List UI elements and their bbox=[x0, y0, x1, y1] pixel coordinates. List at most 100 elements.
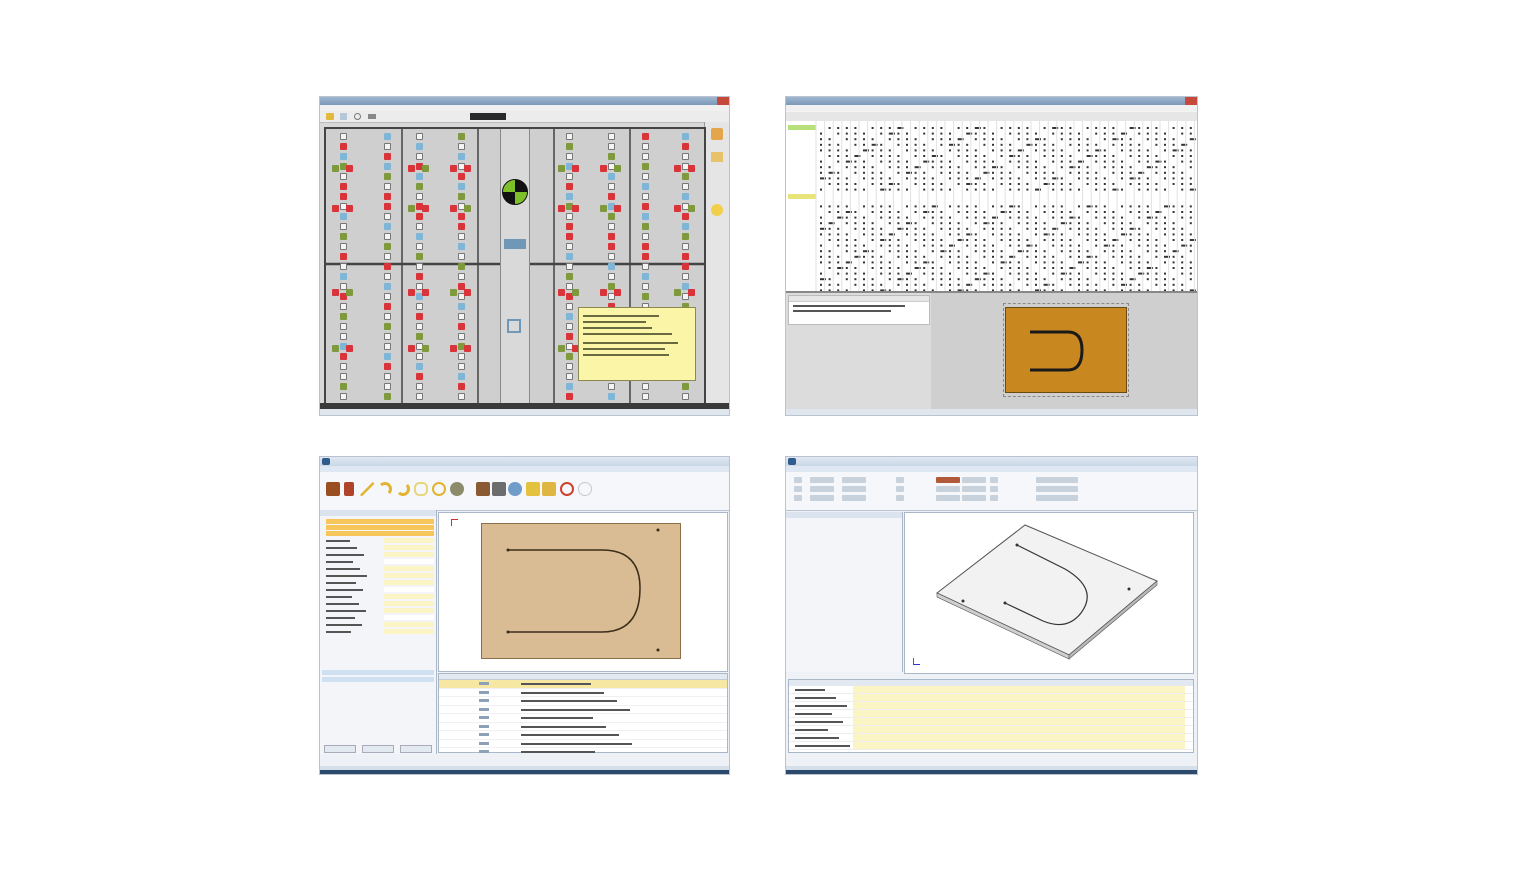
suction-cup[interactable] bbox=[558, 345, 565, 352]
suction-cup[interactable] bbox=[384, 383, 391, 390]
suction-cup[interactable] bbox=[464, 165, 471, 172]
suction-cup[interactable] bbox=[384, 323, 391, 330]
property-value[interactable] bbox=[384, 545, 434, 550]
suction-cup[interactable] bbox=[608, 133, 615, 140]
operation-row[interactable] bbox=[439, 748, 727, 757]
suction-cup[interactable] bbox=[642, 153, 649, 160]
property-row[interactable] bbox=[326, 519, 434, 524]
suction-cup[interactable] bbox=[416, 133, 423, 140]
suction-cup[interactable] bbox=[642, 393, 649, 400]
ribbon-button[interactable] bbox=[794, 477, 802, 483]
suction-cup[interactable] bbox=[416, 193, 423, 200]
suction-cup[interactable] bbox=[458, 313, 465, 320]
suction-cup[interactable] bbox=[416, 373, 423, 380]
property-row[interactable] bbox=[326, 573, 434, 578]
suction-cup[interactable] bbox=[384, 303, 391, 310]
suction-cup[interactable] bbox=[674, 289, 681, 296]
parameter-row[interactable] bbox=[789, 702, 1193, 710]
property-row[interactable] bbox=[326, 629, 434, 634]
suction-cup[interactable] bbox=[608, 233, 615, 240]
suction-cup[interactable] bbox=[384, 213, 391, 220]
suction-cup[interactable] bbox=[608, 173, 615, 180]
property-value[interactable] bbox=[384, 573, 434, 578]
close-icon[interactable] bbox=[717, 97, 729, 105]
suction-cup[interactable] bbox=[566, 183, 573, 190]
suction-cup[interactable] bbox=[450, 165, 457, 172]
property-value[interactable] bbox=[384, 594, 434, 599]
property-row[interactable] bbox=[326, 601, 434, 606]
suction-cup[interactable] bbox=[346, 165, 353, 172]
ribbon-button[interactable] bbox=[810, 495, 834, 501]
suction-cup[interactable] bbox=[340, 373, 347, 380]
suction-cup[interactable] bbox=[458, 373, 465, 380]
suction-cup[interactable] bbox=[566, 383, 573, 390]
suction-cup[interactable] bbox=[608, 223, 615, 230]
parameter-row[interactable] bbox=[789, 734, 1193, 742]
operation-row[interactable] bbox=[439, 689, 727, 697]
suction-cup[interactable] bbox=[422, 289, 429, 296]
suction-cup[interactable] bbox=[642, 223, 649, 230]
suction-cup[interactable] bbox=[340, 173, 347, 180]
suction-cup[interactable] bbox=[464, 205, 471, 212]
suction-cup[interactable] bbox=[566, 313, 573, 320]
suction-cup[interactable] bbox=[682, 233, 689, 240]
suction-cup[interactable] bbox=[384, 163, 391, 170]
suction-cup[interactable] bbox=[422, 165, 429, 172]
suction-cup[interactable] bbox=[340, 333, 347, 340]
operation-row[interactable] bbox=[439, 731, 727, 740]
suction-cup[interactable] bbox=[688, 205, 695, 212]
suction-cup[interactable] bbox=[458, 363, 465, 370]
suction-cup[interactable] bbox=[642, 383, 649, 390]
parameter-value[interactable] bbox=[853, 710, 1185, 717]
property-row[interactable] bbox=[326, 545, 434, 550]
suction-cup[interactable] bbox=[642, 283, 649, 290]
panel-icon[interactable] bbox=[326, 482, 340, 496]
ribbon-button[interactable] bbox=[810, 486, 834, 492]
parameter-row[interactable] bbox=[789, 742, 1193, 750]
suction-cup[interactable] bbox=[600, 289, 607, 296]
suction-cup[interactable] bbox=[340, 393, 347, 400]
suction-cup[interactable] bbox=[566, 193, 573, 200]
suction-cup[interactable] bbox=[340, 133, 347, 140]
viewport-3d[interactable] bbox=[904, 512, 1194, 674]
line-icon[interactable] bbox=[360, 482, 374, 496]
suction-cup[interactable] bbox=[408, 165, 415, 172]
spline-icon[interactable] bbox=[414, 482, 428, 496]
suction-cup[interactable] bbox=[558, 289, 565, 296]
property-value[interactable] bbox=[384, 559, 434, 564]
suction-cup[interactable] bbox=[464, 289, 471, 296]
suction-cup[interactable] bbox=[340, 183, 347, 190]
suction-cup[interactable] bbox=[416, 303, 423, 310]
suction-cup[interactable] bbox=[332, 345, 339, 352]
clock-icon[interactable] bbox=[560, 482, 574, 496]
suction-cup[interactable] bbox=[340, 253, 347, 260]
suction-cup[interactable] bbox=[464, 345, 471, 352]
suction-cup[interactable] bbox=[408, 289, 415, 296]
suction-cup[interactable] bbox=[416, 313, 423, 320]
suction-cup[interactable] bbox=[458, 253, 465, 260]
suction-cup[interactable] bbox=[458, 183, 465, 190]
suction-cup[interactable] bbox=[458, 383, 465, 390]
suction-cup[interactable] bbox=[458, 243, 465, 250]
suction-cup[interactable] bbox=[642, 143, 649, 150]
ribbon-button[interactable] bbox=[842, 486, 866, 492]
suction-cup[interactable] bbox=[458, 353, 465, 360]
suction-cup[interactable] bbox=[682, 383, 689, 390]
suction-cup[interactable] bbox=[682, 153, 689, 160]
property-row[interactable] bbox=[326, 566, 434, 571]
suction-cup[interactable] bbox=[682, 223, 689, 230]
suction-cup[interactable] bbox=[566, 273, 573, 280]
property-value[interactable] bbox=[384, 601, 434, 606]
suction-cup[interactable] bbox=[384, 133, 391, 140]
suction-cup[interactable] bbox=[566, 143, 573, 150]
suction-cup[interactable] bbox=[608, 213, 615, 220]
drawing-canvas[interactable] bbox=[438, 512, 728, 672]
suction-cup[interactable] bbox=[416, 363, 423, 370]
hand-icon[interactable] bbox=[526, 482, 540, 496]
suction-cup[interactable] bbox=[458, 193, 465, 200]
suction-cup[interactable] bbox=[416, 143, 423, 150]
panel-shape[interactable] bbox=[481, 523, 681, 659]
suction-cup[interactable] bbox=[340, 233, 347, 240]
suction-cup[interactable] bbox=[458, 153, 465, 160]
suction-cup[interactable] bbox=[422, 205, 429, 212]
